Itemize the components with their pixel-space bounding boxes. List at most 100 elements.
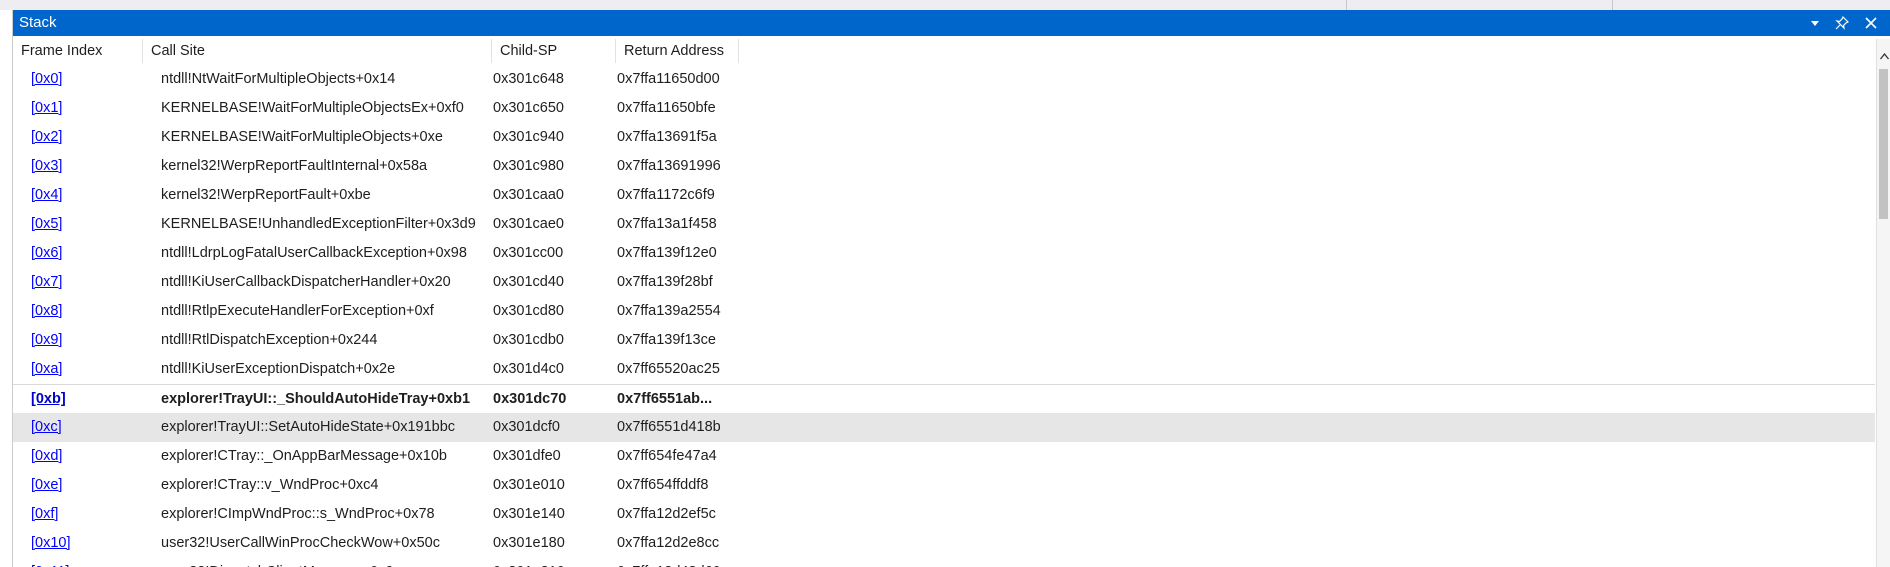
vertical-scrollbar[interactable] xyxy=(1876,39,1890,567)
stack-frame-row[interactable]: [0x8] ntdll!RtlpExecuteHandlerForExceptio… xyxy=(13,297,1875,326)
call-site-cell: user32!DispatchClientMessage+0x9c xyxy=(161,558,491,567)
chevron-down-icon[interactable] xyxy=(1802,10,1828,36)
frame-index-link[interactable]: [0xf] xyxy=(31,500,171,529)
child-sp-cell: 0x301e310 xyxy=(493,558,613,567)
child-sp-cell: 0x301d4c0 xyxy=(493,361,564,377)
top-strip xyxy=(0,0,1890,10)
frame-index-link[interactable]: [0x0] xyxy=(31,65,171,94)
child-sp-cell: 0x301caa0 xyxy=(493,187,564,203)
return-address-cell: 0x7ff654ffddf8 xyxy=(617,477,709,493)
frame-index-link[interactable]: [0x10] xyxy=(31,529,171,558)
return-address-cell: 0x7ff6551ab... xyxy=(617,391,713,407)
strip-divider xyxy=(1346,0,1347,10)
stack-frame-row[interactable]: [0x1] KERNELBASE!WaitForMultipleObjectsEx… xyxy=(13,94,1875,123)
return-address-cell: 0x7ffa139f28bf xyxy=(617,274,713,290)
stack-frame-row[interactable]: [0xf] explorer!CImpWndProc::s_WndProc+0x7… xyxy=(13,500,1875,529)
return-address-cell: 0x7ffa12d2ef5c xyxy=(617,506,716,522)
stack-frame-row[interactable]: [0x9] ntdll!RtlDispatchException+0x244 0x3… xyxy=(13,326,1875,355)
child-sp-cell: 0x301e140 xyxy=(493,506,565,522)
child-sp-cell: 0x301dc70 xyxy=(493,391,567,407)
frame-index-link[interactable]: [0x7] xyxy=(31,268,171,297)
return-address-cell: 0x7ff65520ac25 xyxy=(617,361,720,377)
stack-frame-row[interactable]: [0xc] explorer!TrayUI::SetAutoHideState+0… xyxy=(13,413,1875,442)
header-call-site[interactable]: Call Site xyxy=(143,39,492,63)
stack-frame-row[interactable]: [0x7] ntdll!KiUserCallbackDispatcherHandl… xyxy=(13,268,1875,297)
return-address-cell: 0x7ffa12d2e8cc xyxy=(617,535,720,551)
call-site-cell: explorer!CTray::v_WndProc+0xc4 xyxy=(161,477,379,493)
child-sp-cell: 0x301e010 xyxy=(493,477,565,493)
close-icon[interactable] xyxy=(1858,10,1884,36)
child-sp-cell: 0x301c980 xyxy=(493,158,564,174)
frame-index-link[interactable]: [0x2] xyxy=(31,123,171,152)
frame-index-link[interactable]: [0x9] xyxy=(31,326,171,355)
return-address-cell: 0x7ffa139a2554 xyxy=(617,303,721,319)
return-address-cell: 0x7ffa139f13ce xyxy=(617,332,716,348)
call-site-cell: explorer!CTray::_OnAppBarMessage+0x10b xyxy=(161,448,447,464)
child-sp-cell: 0x301dcf0 xyxy=(493,419,560,435)
frame-index-link[interactable]: [0xb] xyxy=(31,385,171,414)
stack-frame-row[interactable]: [0xb] explorer!TrayUI::_ShouldAutoHideTra… xyxy=(13,384,1875,415)
stack-frame-row[interactable]: [0x0] ntdll!NtWaitForMultipleObjects+0x14… xyxy=(13,65,1875,94)
call-site-cell: explorer!TrayUI::_ShouldAutoHideTray+0xb… xyxy=(161,391,471,407)
header-return-address[interactable]: Return Address xyxy=(616,39,739,63)
frame-index-link[interactable]: [0x5] xyxy=(31,210,171,239)
frame-index-link[interactable]: [0xe] xyxy=(31,471,171,500)
frame-index-link[interactable]: [0x3] xyxy=(31,152,171,181)
return-address-cell: 0x7ffa1172c6f9 xyxy=(617,187,715,203)
frame-index-link[interactable]: [0xc] xyxy=(31,413,171,442)
panel-title: Stack xyxy=(19,14,57,31)
stack-frame-row[interactable]: [0xa] ntdll!KiUserExceptionDispatch+0x2e 0… xyxy=(13,355,1875,384)
header-child-sp[interactable]: Child-SP xyxy=(492,39,616,63)
stack-frame-row[interactable]: [0x11]user32!DispatchClientMessage+0x9c0… xyxy=(13,558,1875,567)
frame-index-link[interactable]: [0x6] xyxy=(31,239,171,268)
frame-index-link[interactable]: [0xa] xyxy=(31,355,171,384)
header-frame-index[interactable]: Frame Index xyxy=(13,39,143,63)
stack-frame-row[interactable]: [0x6] ntdll!LdrpLogFatalUserCallbackExcep… xyxy=(13,239,1875,268)
column-header: Frame Index Call Site Child-SP Return Ad… xyxy=(13,39,1877,63)
call-site-cell: ntdll!KiUserCallbackDispatcherHandler+0x… xyxy=(161,274,451,290)
call-site-cell: ntdll!RtlDispatchException+0x244 xyxy=(161,332,378,348)
stack-frame-row[interactable]: [0xd] explorer!CTray::_OnAppBarMessage+0x… xyxy=(13,442,1875,471)
strip-divider xyxy=(1612,0,1613,10)
stack-panel: Stack Frame Index Call Site Child-SP Ret… xyxy=(12,10,1890,567)
call-site-cell: KERNELBASE!WaitForMultipleObjectsEx+0xf0 xyxy=(161,100,464,116)
call-site-cell: ntdll!LdrpLogFatalUserCallbackException+… xyxy=(161,245,467,261)
pin-icon[interactable] xyxy=(1829,10,1855,36)
child-sp-cell: 0x301dfe0 xyxy=(493,448,561,464)
stack-frame-row[interactable]: [0x5] KERNELBASE!UnhandledExceptionFilter… xyxy=(13,210,1875,239)
return-address-cell: 0x7ffa139f12e0 xyxy=(617,245,717,261)
child-sp-cell: 0x301e180 xyxy=(493,535,565,551)
call-site-cell: kernel32!WerpReportFault+0xbe xyxy=(161,187,371,203)
arrow-up-icon[interactable] xyxy=(1877,49,1890,63)
child-sp-cell: 0x301cae0 xyxy=(493,216,564,232)
return-address-cell: 0x7ffa13a1f458 xyxy=(617,216,717,232)
child-sp-cell: 0x301cdb0 xyxy=(493,332,564,348)
frame-index-link[interactable]: [0xd] xyxy=(31,442,171,471)
return-address-cell: 0x7ffa13691996 xyxy=(617,158,721,174)
child-sp-cell: 0x301cc00 xyxy=(493,245,564,261)
call-site-cell: KERNELBASE!UnhandledExceptionFilter+0x3d… xyxy=(161,216,476,232)
frame-index-link[interactable]: [0x8] xyxy=(31,297,171,326)
stack-frame-row[interactable]: [0xe] explorer!CTray::v_WndProc+0xc4 0x301… xyxy=(13,471,1875,500)
return-address-cell: 0x7ff6551d418b xyxy=(617,419,721,435)
stack-frame-row[interactable]: [0x10] user32!UserCallWinProcCheckWow+0x5… xyxy=(13,529,1875,558)
call-site-cell: user32!UserCallWinProcCheckWow+0x50c xyxy=(161,535,440,551)
scrollbar-thumb[interactable] xyxy=(1879,69,1888,219)
call-site-cell: explorer!TrayUI::SetAutoHideState+0x191b… xyxy=(161,419,456,435)
frame-index-link[interactable]: [0x1] xyxy=(31,94,171,123)
call-site-cell: ntdll!KiUserExceptionDispatch+0x2e xyxy=(161,361,396,377)
return-address-cell: 0x7ffa12d43d60 xyxy=(617,558,747,567)
frame-index-link[interactable]: [0x4] xyxy=(31,181,171,210)
stack-frame-row[interactable]: [0x2] KERNELBASE!WaitForMultipleObjects+0… xyxy=(13,123,1875,152)
frame-index-link[interactable]: [0x11] xyxy=(31,558,171,567)
call-site-cell: ntdll!RtlpExecuteHandlerForException+0xf xyxy=(161,303,434,319)
child-sp-cell: 0x301c650 xyxy=(493,100,564,116)
stack-frame-row[interactable]: [0x3] kernel32!WerpReportFaultInternal+0x… xyxy=(13,152,1875,181)
child-sp-cell: 0x301c648 xyxy=(493,71,564,87)
call-site-cell: KERNELBASE!WaitForMultipleObjects+0xe xyxy=(161,129,443,145)
child-sp-cell: 0x301cd80 xyxy=(493,303,564,319)
return-address-cell: 0x7ffa11650bfe xyxy=(617,100,716,116)
stack-rows: [0x0] ntdll!NtWaitForMultipleObjects+0x14… xyxy=(13,65,1875,567)
return-address-cell: 0x7ffa11650d00 xyxy=(617,71,720,87)
stack-frame-row[interactable]: [0x4] kernel32!WerpReportFault+0xbe 0x301c… xyxy=(13,181,1875,210)
